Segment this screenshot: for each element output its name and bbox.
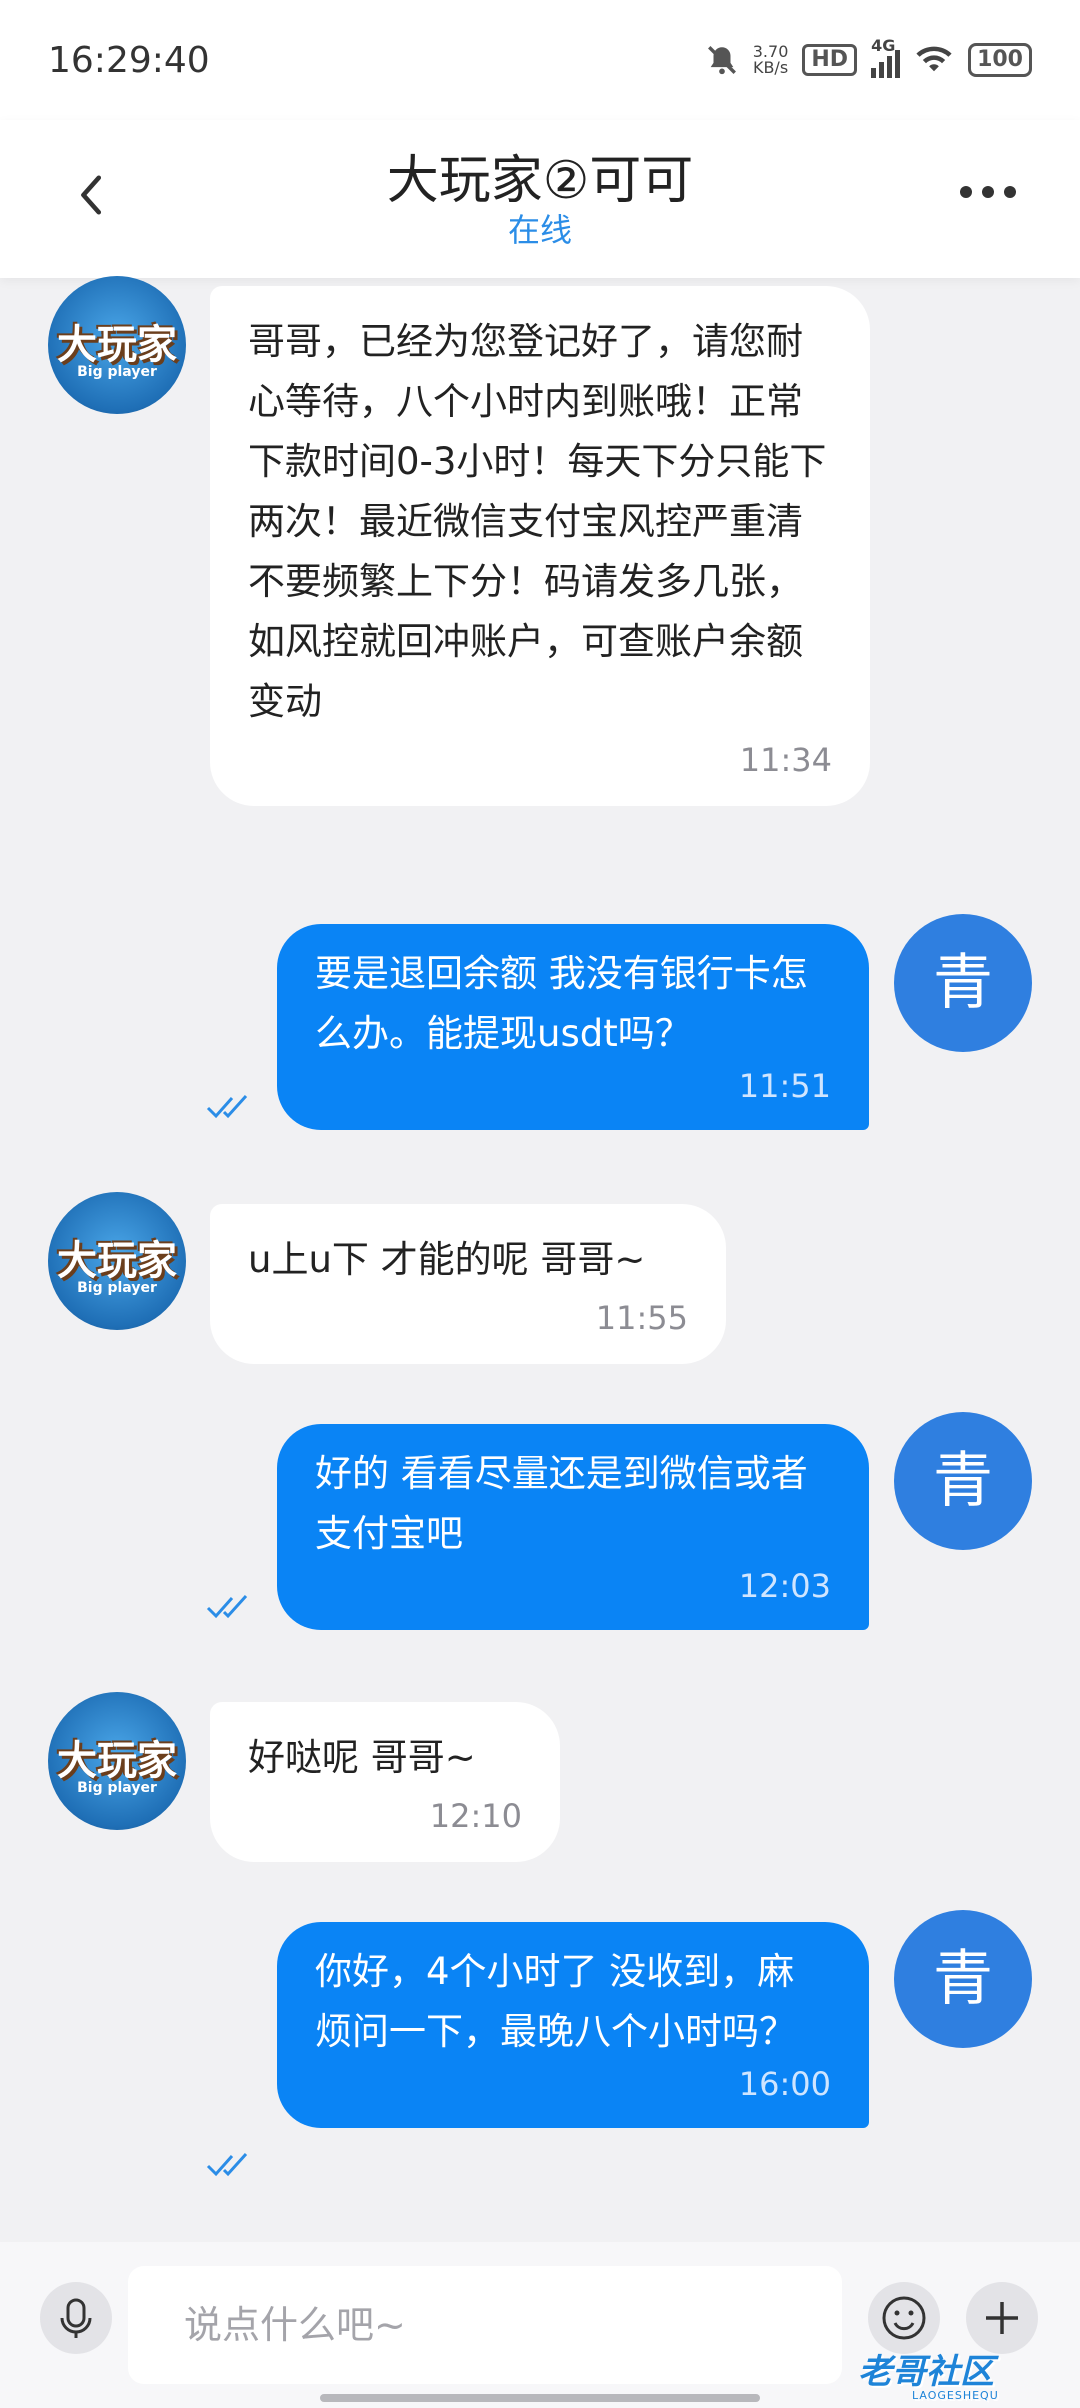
cell-signal-icon: 4G [871,36,901,78]
message-input[interactable] [128,2266,842,2384]
chat-title: 大玩家②可可 [386,151,694,211]
contact-avatar[interactable]: 大玩家 Big player [48,1192,186,1330]
status-icons: 3.70 KB/s HD 4G 100 [705,36,1032,80]
online-status: 在线 [507,211,572,249]
status-time: 16:29:40 [48,40,210,81]
message-text: u上u下 才能的呢 哥哥~ [248,1238,646,1281]
message-bubble-outgoing[interactable]: 你好，4个小时了 没收到，麻烦问一下，最晚八个小时吗？ 16:00 [277,1922,869,2128]
message-bubble-incoming[interactable]: 哥哥，已经为您登记好了，请您耐心等待，八个小时内到账哦！正常下款时间0-3小时！… [210,286,870,806]
message-time: 11:34 [739,741,832,779]
my-avatar[interactable]: 青 [894,914,1032,1052]
message-time: 11:51 [738,1067,831,1105]
read-double-check-icon [206,1594,248,1619]
read-double-check-icon [206,2152,248,2177]
message-bubble-incoming[interactable]: u上u下 才能的呢 哥哥~ 11:55 [210,1204,726,1364]
chat-header: 大玩家②可可 在线 [0,120,1080,278]
message-time: 16:00 [738,2065,831,2103]
status-bar: 16:29:40 3.70 KB/s HD 4G 100 [0,0,1080,120]
message-text: 好哒呢 哥哥~ [248,1736,476,1779]
my-avatar[interactable]: 青 [894,1412,1032,1550]
home-indicator[interactable] [320,2394,760,2402]
message-text: 你好，4个小时了 没收到，麻烦问一下，最晚八个小时吗？ [315,1950,796,2053]
contact-avatar[interactable]: 大玩家 Big player [48,276,186,414]
message-text: 好的 看看尽量还是到微信或者支付宝吧 [315,1452,808,1555]
more-options-icon[interactable] [958,182,1018,202]
message-bubble-incoming[interactable]: 好哒呢 哥哥~ 12:10 [210,1702,560,1862]
message-time: 12:10 [429,1797,522,1835]
mute-bell-icon [707,46,736,75]
wifi-icon [916,46,952,72]
message-text: 要是退回余额 我没有银行卡怎么办。能提现usdt吗？ [315,952,808,1055]
message-time: 11:55 [595,1299,688,1337]
message-time: 12:03 [738,1567,831,1605]
watermark-logo: 老哥社区 LAOGESHEQU [858,2352,999,2402]
my-avatar[interactable]: 青 [894,1910,1032,2048]
read-double-check-icon [206,1094,248,1119]
message-text: 哥哥，已经为您登记好了，请您耐心等待，八个小时内到账哦！正常下款时间0-3小时！… [248,320,827,723]
contact-avatar[interactable]: 大玩家 Big player [48,1692,186,1830]
hd-badge: HD [802,44,858,76]
voice-button[interactable] [40,2282,112,2354]
microphone-icon [60,2298,92,2338]
network-speed: 3.70 KB/s [752,42,789,77]
message-bubble-outgoing[interactable]: 好的 看看尽量还是到微信或者支付宝吧 12:03 [277,1424,869,1630]
message-bubble-outgoing[interactable]: 要是退回余额 我没有银行卡怎么办。能提现usdt吗？ 11:51 [277,924,869,1130]
battery-indicator: 100 [968,43,1032,77]
